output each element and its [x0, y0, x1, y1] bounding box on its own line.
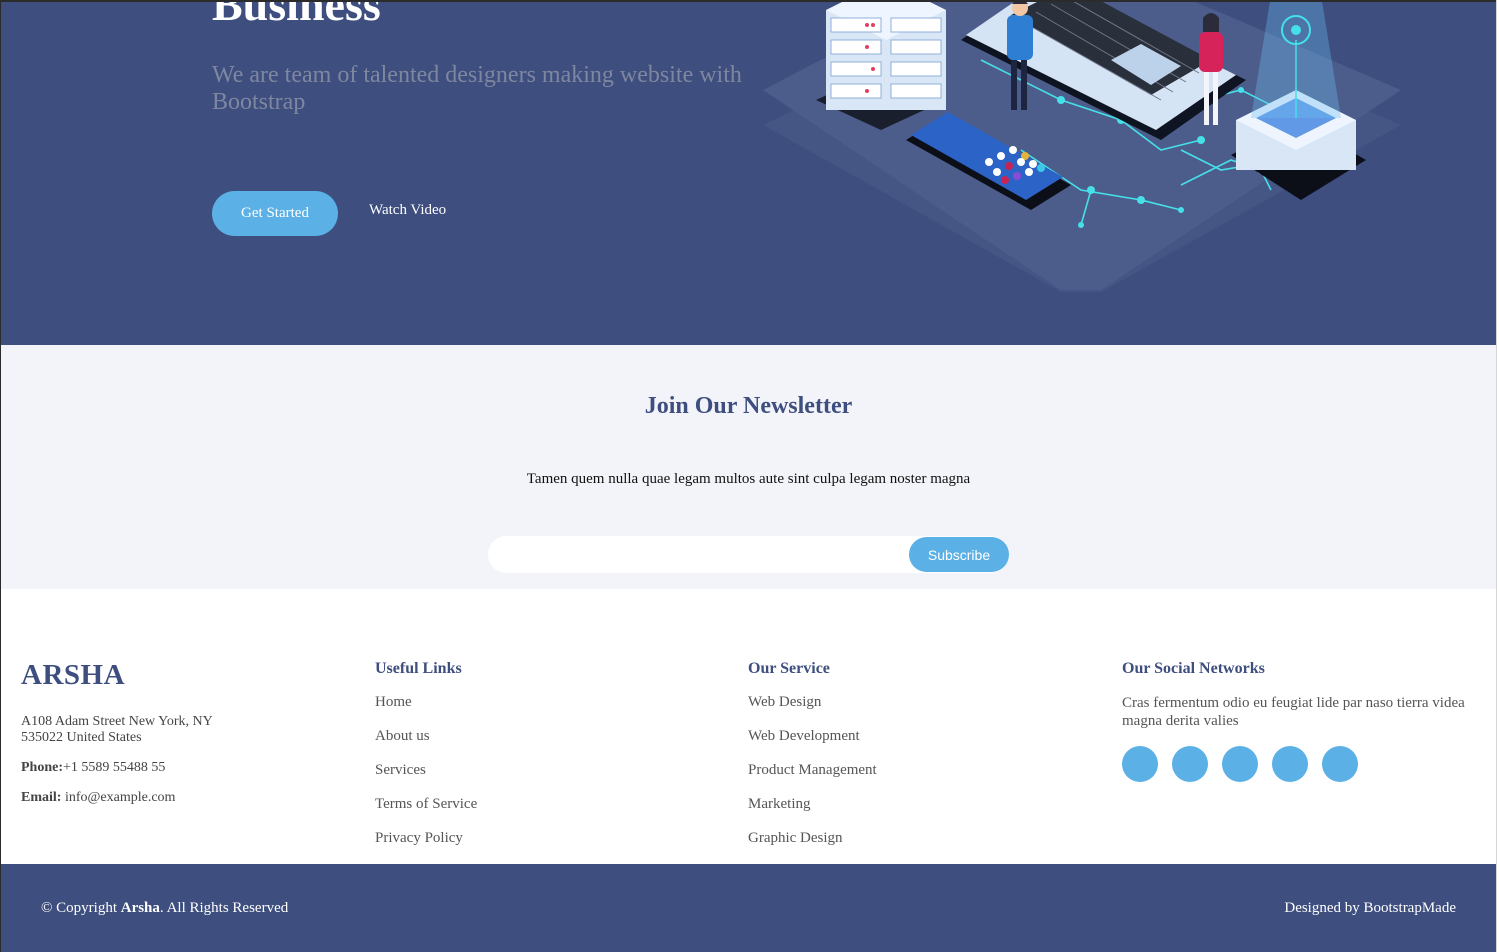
newsletter-title: Join Our Newsletter — [644, 393, 853, 419]
service-link-marketing[interactable]: Marketing — [748, 795, 877, 829]
get-started-button[interactable]: Get Started — [212, 191, 338, 236]
subscribe-button[interactable]: Subscribe — [909, 537, 1009, 572]
copyright-suffix: . All Rights Reserved — [159, 900, 289, 916]
phone-value: +1 5589 55488 55 — [63, 760, 166, 775]
credits-text[interactable]: Designed by BootstrapMade — [1284, 900, 1456, 917]
footer-phone: Phone:+1 5589 55488 55 — [21, 760, 165, 776]
facebook-icon[interactable] — [1172, 746, 1208, 782]
service-link-product-management[interactable]: Product Management — [748, 761, 877, 795]
footer-link-services[interactable]: Services — [375, 761, 477, 795]
footer-link-home[interactable]: Home — [375, 693, 477, 727]
hero-subtitle: We are team of talented designers making… — [212, 62, 742, 115]
our-service-list: Web Design Web Development Product Manag… — [748, 693, 877, 863]
newsletter-section: Join Our Newsletter Tamen quem nulla qua… — [1, 345, 1496, 589]
email-label: Email: — [21, 790, 62, 805]
copyright-text: © Copyright Arsha. All Rights Reserved — [41, 900, 288, 917]
service-link-web-development[interactable]: Web Development — [748, 727, 877, 761]
footer-bottom: © Copyright Arsha. All Rights Reserved D… — [1, 864, 1496, 952]
copyright-brand: Arsha — [120, 900, 160, 916]
linkedin-icon[interactable] — [1322, 746, 1358, 782]
service-link-web-design[interactable]: Web Design — [748, 693, 877, 727]
watch-video-link[interactable]: Watch Video — [369, 202, 446, 219]
instagram-icon[interactable] — [1222, 746, 1258, 782]
footer-brand: ARSHA — [21, 659, 126, 691]
footer-link-about[interactable]: About us — [375, 727, 477, 761]
twitter-icon[interactable] — [1122, 746, 1158, 782]
hero-illustration — [763, 2, 1401, 292]
social-networks-text: Cras fermentum odio eu feugiat lide par … — [1122, 695, 1465, 729]
footer-address: A108 Adam Street New York, NY 535022 Uni… — [21, 714, 213, 745]
footer-email: Email: info@example.com — [21, 790, 175, 806]
footer-top: ARSHA A108 Adam Street New York, NY 5350… — [1, 589, 1496, 864]
email-value: info@example.com — [61, 790, 176, 805]
skype-icon[interactable] — [1272, 746, 1308, 782]
footer-link-terms[interactable]: Terms of Service — [375, 795, 477, 829]
footer-link-privacy[interactable]: Privacy Policy — [375, 829, 477, 863]
service-link-graphic-design[interactable]: Graphic Design — [748, 829, 877, 863]
newsletter-form: Subscribe — [488, 536, 1009, 573]
hero-section: Business We are team of talented designe… — [1, 2, 1496, 345]
copyright-prefix: © Copyright — [41, 900, 121, 916]
social-networks-title: Our Social Networks — [1122, 660, 1265, 677]
phone-label: Phone: — [21, 760, 63, 775]
newsletter-description: Tamen quem nulla quae legam multos aute … — [526, 471, 971, 487]
useful-links-list: Home About us Services Terms of Service … — [375, 693, 477, 863]
hero-title: Business — [212, 2, 381, 30]
our-service-title: Our Service — [748, 660, 830, 677]
useful-links-title: Useful Links — [375, 660, 462, 677]
social-links — [1122, 746, 1358, 782]
newsletter-email-input[interactable] — [488, 536, 898, 573]
